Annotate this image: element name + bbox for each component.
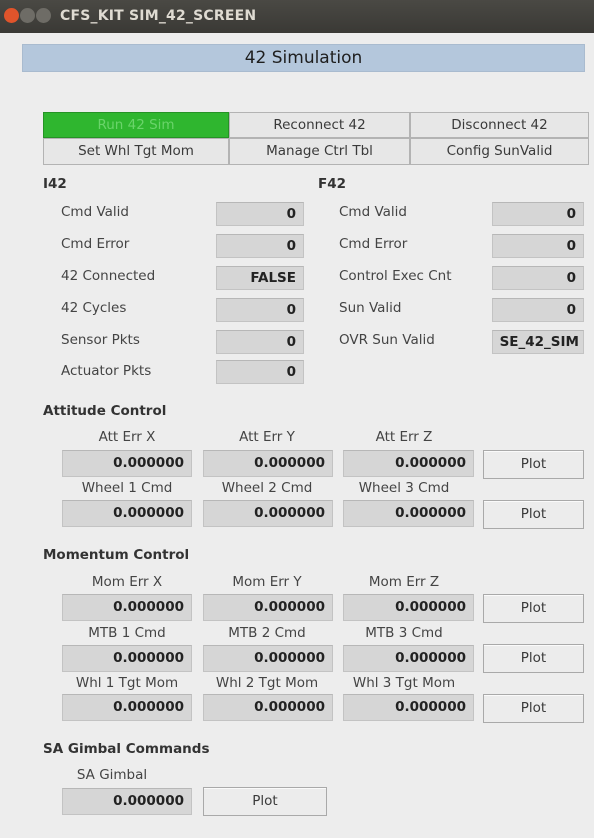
i42-connected-value: FALSE [216, 266, 304, 290]
wheel-1-cmd-value: 0.000000 [62, 500, 192, 527]
maximize-icon[interactable] [36, 8, 51, 23]
momentum-control-heading: Momentum Control [43, 547, 190, 563]
mom-err-x-label: Mom Err X [91, 574, 163, 590]
i42-actuator-pkts-label: Actuator Pkts [61, 363, 152, 379]
sa-gimbal-label: SA Gimbal [76, 767, 148, 783]
mom-err-y-label: Mom Err Y [232, 574, 302, 590]
wheel-cmd-plot-button[interactable]: Plot [483, 500, 584, 529]
mom-err-plot-button[interactable]: Plot [483, 594, 584, 623]
title-bar: CFS_KIT SIM_42_SCREEN [0, 0, 594, 33]
minimize-icon[interactable] [20, 8, 35, 23]
whl-2-tgt-mom-label: Whl 2 Tgt Mom [215, 675, 319, 691]
mom-err-y-value: 0.000000 [203, 594, 333, 621]
f42-cmd-error-label: Cmd Error [339, 236, 408, 252]
f42-cmd-valid-label: Cmd Valid [339, 204, 407, 220]
att-err-x-value: 0.000000 [62, 450, 192, 477]
f42-control-exec-cnt-value: 0 [492, 266, 584, 290]
attitude-control-heading: Attitude Control [43, 403, 167, 419]
i42-actuator-pkts-value: 0 [216, 360, 304, 384]
i42-heading: I42 [43, 176, 67, 192]
run-42-sim-button[interactable]: Run 42 Sim [43, 112, 229, 138]
mtb-3-cmd-value: 0.000000 [343, 645, 474, 672]
att-err-y-value: 0.000000 [203, 450, 333, 477]
i42-cycles-label: 42 Cycles [61, 300, 127, 316]
reconnect-42-button[interactable]: Reconnect 42 [229, 112, 410, 138]
f42-ovr-sun-valid-label: OVR Sun Valid [339, 332, 435, 348]
f42-heading: F42 [318, 176, 347, 192]
mom-err-z-label: Mom Err Z [368, 574, 440, 590]
i42-sensor-pkts-label: Sensor Pkts [61, 332, 140, 348]
whl-tgt-mom-plot-button[interactable]: Plot [483, 694, 584, 723]
att-err-z-label: Att Err Z [375, 429, 433, 445]
f42-control-exec-cnt-label: Control Exec Cnt [339, 268, 452, 284]
manage-ctrl-tbl-button[interactable]: Manage Ctrl Tbl [229, 138, 410, 165]
whl-2-tgt-mom-value: 0.000000 [203, 694, 333, 721]
mtb-1-cmd-label: MTB 1 Cmd [88, 625, 166, 641]
i42-sensor-pkts-value: 0 [216, 330, 304, 354]
i42-connected-label: 42 Connected [61, 268, 156, 284]
whl-3-tgt-mom-label: Whl 3 Tgt Mom [352, 675, 456, 691]
mtb-2-cmd-label: MTB 2 Cmd [228, 625, 306, 641]
set-whl-tgt-mom-button[interactable]: Set Whl Tgt Mom [43, 138, 229, 165]
i42-cmd-error-value: 0 [216, 234, 304, 258]
mtb-cmd-plot-button[interactable]: Plot [483, 644, 584, 673]
mtb-3-cmd-label: MTB 3 Cmd [365, 625, 443, 641]
wheel-3-cmd-value: 0.000000 [343, 500, 474, 527]
f42-sun-valid-value: 0 [492, 298, 584, 322]
page-title: 42 Simulation [22, 44, 585, 72]
wheel-1-cmd-label: Wheel 1 Cmd [81, 480, 173, 496]
mtb-1-cmd-value: 0.000000 [62, 645, 192, 672]
whl-3-tgt-mom-value: 0.000000 [343, 694, 474, 721]
f42-ovr-sun-valid-value: SE_42_SIM [492, 330, 584, 354]
wheel-2-cmd-label: Wheel 2 Cmd [221, 480, 313, 496]
mtb-2-cmd-value: 0.000000 [203, 645, 333, 672]
f42-cmd-valid-value: 0 [492, 202, 584, 226]
sa-gimbal-value: 0.000000 [62, 788, 192, 815]
window-title: CFS_KIT SIM_42_SCREEN [60, 8, 257, 24]
f42-cmd-error-value: 0 [492, 234, 584, 258]
i42-cycles-value: 0 [216, 298, 304, 322]
att-err-z-value: 0.000000 [343, 450, 474, 477]
wheel-2-cmd-value: 0.000000 [203, 500, 333, 527]
i42-cmd-valid-value: 0 [216, 202, 304, 226]
config-sunvalid-button[interactable]: Config SunValid [410, 138, 589, 165]
att-err-plot-button[interactable]: Plot [483, 450, 584, 479]
att-err-y-label: Att Err Y [239, 429, 295, 445]
att-err-x-label: Att Err X [98, 429, 156, 445]
f42-sun-valid-label: Sun Valid [339, 300, 402, 316]
i42-cmd-error-label: Cmd Error [61, 236, 130, 252]
sa-gimbal-plot-button[interactable]: Plot [203, 787, 327, 816]
close-icon[interactable] [4, 8, 19, 23]
mom-err-z-value: 0.000000 [343, 594, 474, 621]
disconnect-42-button[interactable]: Disconnect 42 [410, 112, 589, 138]
whl-1-tgt-mom-value: 0.000000 [62, 694, 192, 721]
whl-1-tgt-mom-label: Whl 1 Tgt Mom [75, 675, 179, 691]
wheel-3-cmd-label: Wheel 3 Cmd [358, 480, 450, 496]
sa-gimbal-commands-heading: SA Gimbal Commands [43, 741, 210, 757]
mom-err-x-value: 0.000000 [62, 594, 192, 621]
i42-cmd-valid-label: Cmd Valid [61, 204, 129, 220]
